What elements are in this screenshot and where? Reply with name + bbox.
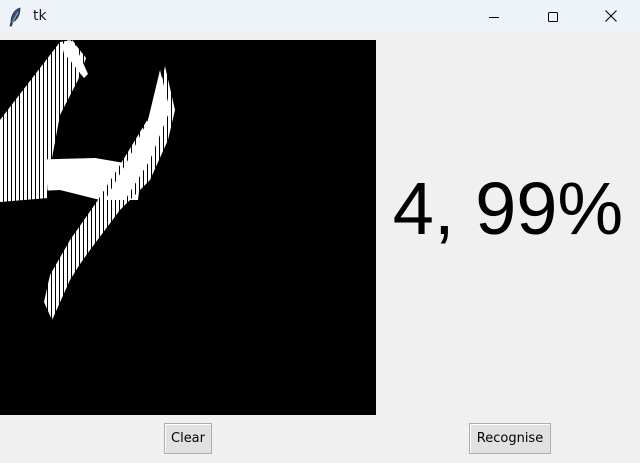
prediction-result: 4, 99% [392, 167, 624, 250]
feather-icon [8, 7, 24, 27]
close-button[interactable] [582, 0, 640, 34]
minimize-icon [488, 8, 500, 27]
close-icon [604, 8, 618, 27]
minimize-button[interactable] [465, 0, 523, 34]
maximize-icon [547, 8, 559, 27]
digit-stroke-crossbar-texture [0, 150, 48, 202]
digit-stroke-tail [46, 202, 118, 318]
window-title: tk [33, 8, 47, 24]
drawing-canvas[interactable] [0, 40, 376, 415]
clear-button[interactable]: Clear [164, 423, 212, 454]
maximize-button[interactable] [524, 0, 582, 34]
app-window: tk 4, 99% Clear Recognise [0, 0, 640, 463]
handwritten-digit-drawing [0, 40, 175, 320]
title-bar[interactable]: tk [0, 0, 640, 34]
recognise-button[interactable]: Recognise [469, 423, 551, 454]
